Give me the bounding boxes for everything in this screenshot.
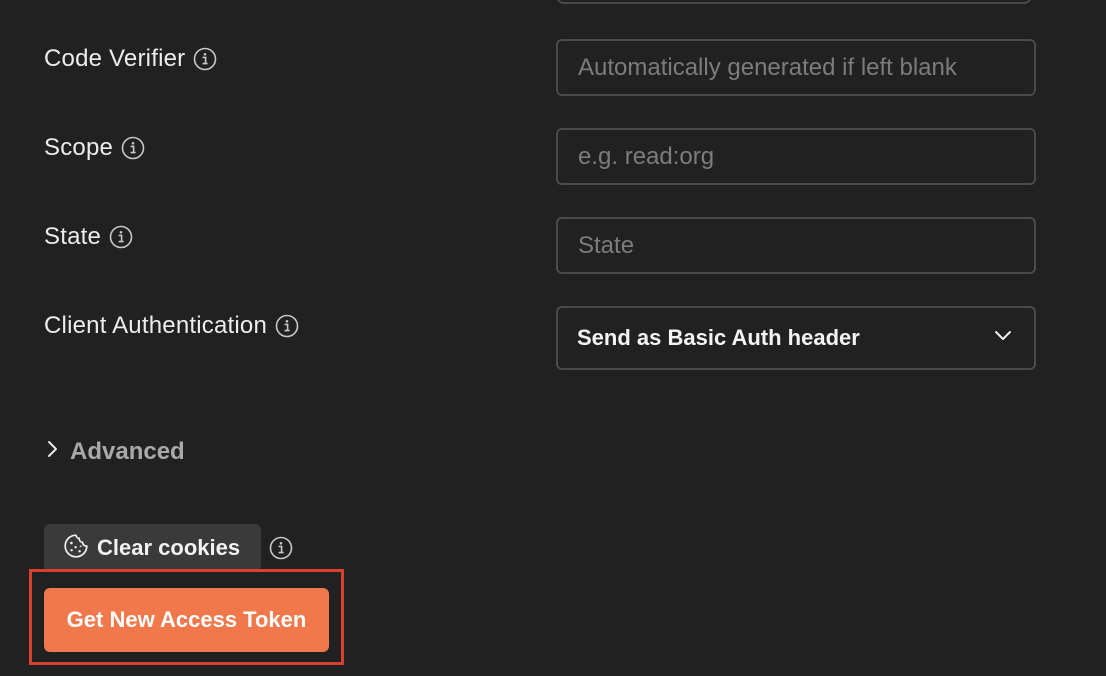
clear-cookies-label: Clear cookies <box>97 535 241 560</box>
code-verifier-input[interactable] <box>556 39 1036 96</box>
code-verifier-label: Code Verifier <box>44 45 186 72</box>
info-icon[interactable] <box>269 536 293 560</box>
advanced-label: Advanced <box>70 438 185 465</box>
client-authentication-label-row: Client Authentication <box>44 312 299 340</box>
scope-input[interactable] <box>556 128 1036 185</box>
state-label: State <box>44 223 102 250</box>
advanced-toggle[interactable]: Advanced <box>46 438 185 466</box>
get-new-access-token-button[interactable]: Get New Access Token <box>44 588 329 652</box>
state-label-row: State <box>44 223 133 251</box>
scope-label-row: Scope <box>44 134 145 162</box>
client-authentication-label: Client Authentication <box>44 312 268 339</box>
state-input[interactable] <box>556 217 1036 274</box>
previous-input-field[interactable] <box>556 0 1032 4</box>
code-verifier-label-row: Code Verifier <box>44 45 217 73</box>
client-authentication-select[interactable]: Send as Basic Auth header <box>556 306 1036 370</box>
client-authentication-selected-value: Send as Basic Auth header <box>577 325 860 350</box>
oauth2-config-panel: Code Verifier Scope State <box>0 0 1106 676</box>
chevron-right-icon <box>46 438 60 466</box>
info-icon[interactable] <box>275 314 299 338</box>
info-icon[interactable] <box>193 47 217 71</box>
info-icon[interactable] <box>109 225 133 249</box>
clear-cookies-button[interactable]: Clear cookies <box>44 524 261 572</box>
info-icon[interactable] <box>121 136 145 160</box>
cookie-icon <box>63 533 89 564</box>
chevron-down-icon <box>994 329 1012 347</box>
get-new-access-token-label: Get New Access Token <box>66 607 307 632</box>
scope-label: Scope <box>44 134 114 161</box>
